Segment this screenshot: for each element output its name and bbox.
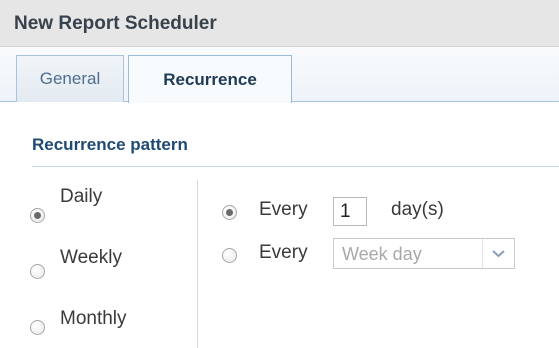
radio-monthly[interactable] xyxy=(30,320,45,335)
chevron-down-icon[interactable] xyxy=(483,239,514,268)
window-title: New Report Scheduler xyxy=(14,13,217,34)
weekday-select[interactable]: Week day xyxy=(333,238,515,269)
radio-monthly-label: Monthly xyxy=(60,308,127,329)
radio-daily[interactable] xyxy=(30,208,45,223)
tab-strip: General Recurrence xyxy=(0,47,559,103)
every-days-label: Every xyxy=(259,199,308,220)
days-unit-label: day(s) xyxy=(391,199,444,220)
radio-every-days[interactable] xyxy=(222,205,237,220)
radio-weekly-label: Weekly xyxy=(60,247,122,268)
tab-general[interactable]: General xyxy=(16,55,124,102)
radio-weekly[interactable] xyxy=(30,264,45,279)
radio-every-weekday[interactable] xyxy=(222,248,237,263)
weekday-select-value: Week day xyxy=(342,244,422,264)
title-bar: New Report Scheduler xyxy=(0,0,559,47)
report-scheduler-window: New Report Scheduler General Recurrence … xyxy=(0,0,559,348)
tab-recurrence[interactable]: Recurrence xyxy=(128,55,292,103)
every-weekday-label: Every xyxy=(259,242,308,263)
section-divider xyxy=(32,166,559,167)
column-divider xyxy=(197,180,198,348)
radio-daily-label: Daily xyxy=(60,186,103,207)
every-days-input[interactable] xyxy=(333,197,367,226)
section-title: Recurrence pattern xyxy=(32,135,188,154)
